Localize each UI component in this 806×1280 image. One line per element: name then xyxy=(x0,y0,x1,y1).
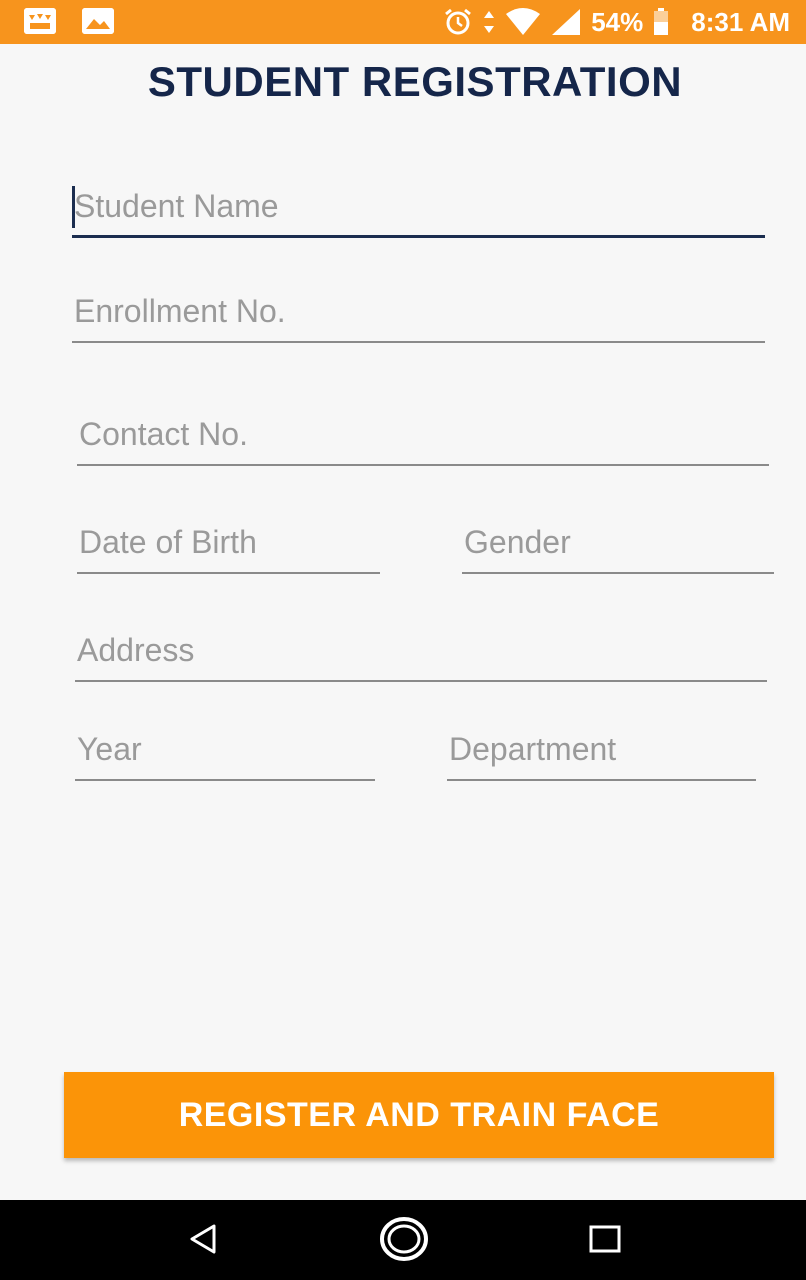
recents-icon xyxy=(588,1224,622,1259)
year-field[interactable] xyxy=(75,721,375,781)
student-name-field[interactable] xyxy=(72,178,765,238)
date-of-birth-field[interactable] xyxy=(77,514,380,574)
navigation-bar xyxy=(0,1200,806,1280)
home-button[interactable] xyxy=(379,1216,429,1267)
image-icon xyxy=(82,8,114,34)
enrollment-no-underline xyxy=(72,341,765,343)
contact-no-input[interactable] xyxy=(77,406,769,462)
data-arrows-icon xyxy=(483,9,495,35)
recents-button[interactable] xyxy=(580,1218,630,1264)
register-and-train-face-button[interactable]: REGISTER AND TRAIN FACE xyxy=(64,1072,774,1158)
notification-app-icon xyxy=(24,8,56,34)
text-cursor xyxy=(72,186,75,228)
gender-underline xyxy=(462,572,774,574)
department-field[interactable] xyxy=(447,721,756,781)
year-input[interactable] xyxy=(75,721,375,777)
enrollment-no-field[interactable] xyxy=(72,283,765,343)
student-name-underline xyxy=(72,235,765,238)
back-button[interactable] xyxy=(178,1218,228,1264)
wifi-icon xyxy=(505,8,541,36)
gender-field[interactable] xyxy=(462,514,774,574)
enrollment-no-input[interactable] xyxy=(72,283,765,339)
alarm-icon xyxy=(443,7,473,37)
battery-icon xyxy=(653,8,669,36)
signal-icon xyxy=(551,8,581,36)
department-input[interactable] xyxy=(447,721,756,777)
date-of-birth-input[interactable] xyxy=(77,514,380,570)
battery-percent: 54% xyxy=(591,6,644,37)
page-title: STUDENT REGISTRATION xyxy=(147,58,683,105)
gender-input[interactable] xyxy=(462,514,774,570)
contact-no-field[interactable] xyxy=(77,406,769,466)
date-of-birth-underline xyxy=(77,572,380,574)
address-field[interactable] xyxy=(75,622,767,682)
address-underline xyxy=(75,680,767,682)
address-input[interactable] xyxy=(75,622,767,678)
student-name-input[interactable] xyxy=(72,178,765,234)
status-bar: 54% 8:31 AM xyxy=(0,0,806,44)
home-icon xyxy=(379,1216,429,1267)
clock: 8:31 AM xyxy=(691,6,790,37)
department-underline xyxy=(447,779,756,781)
back-icon xyxy=(186,1222,220,1261)
year-underline xyxy=(75,779,375,781)
contact-no-underline xyxy=(77,464,769,466)
